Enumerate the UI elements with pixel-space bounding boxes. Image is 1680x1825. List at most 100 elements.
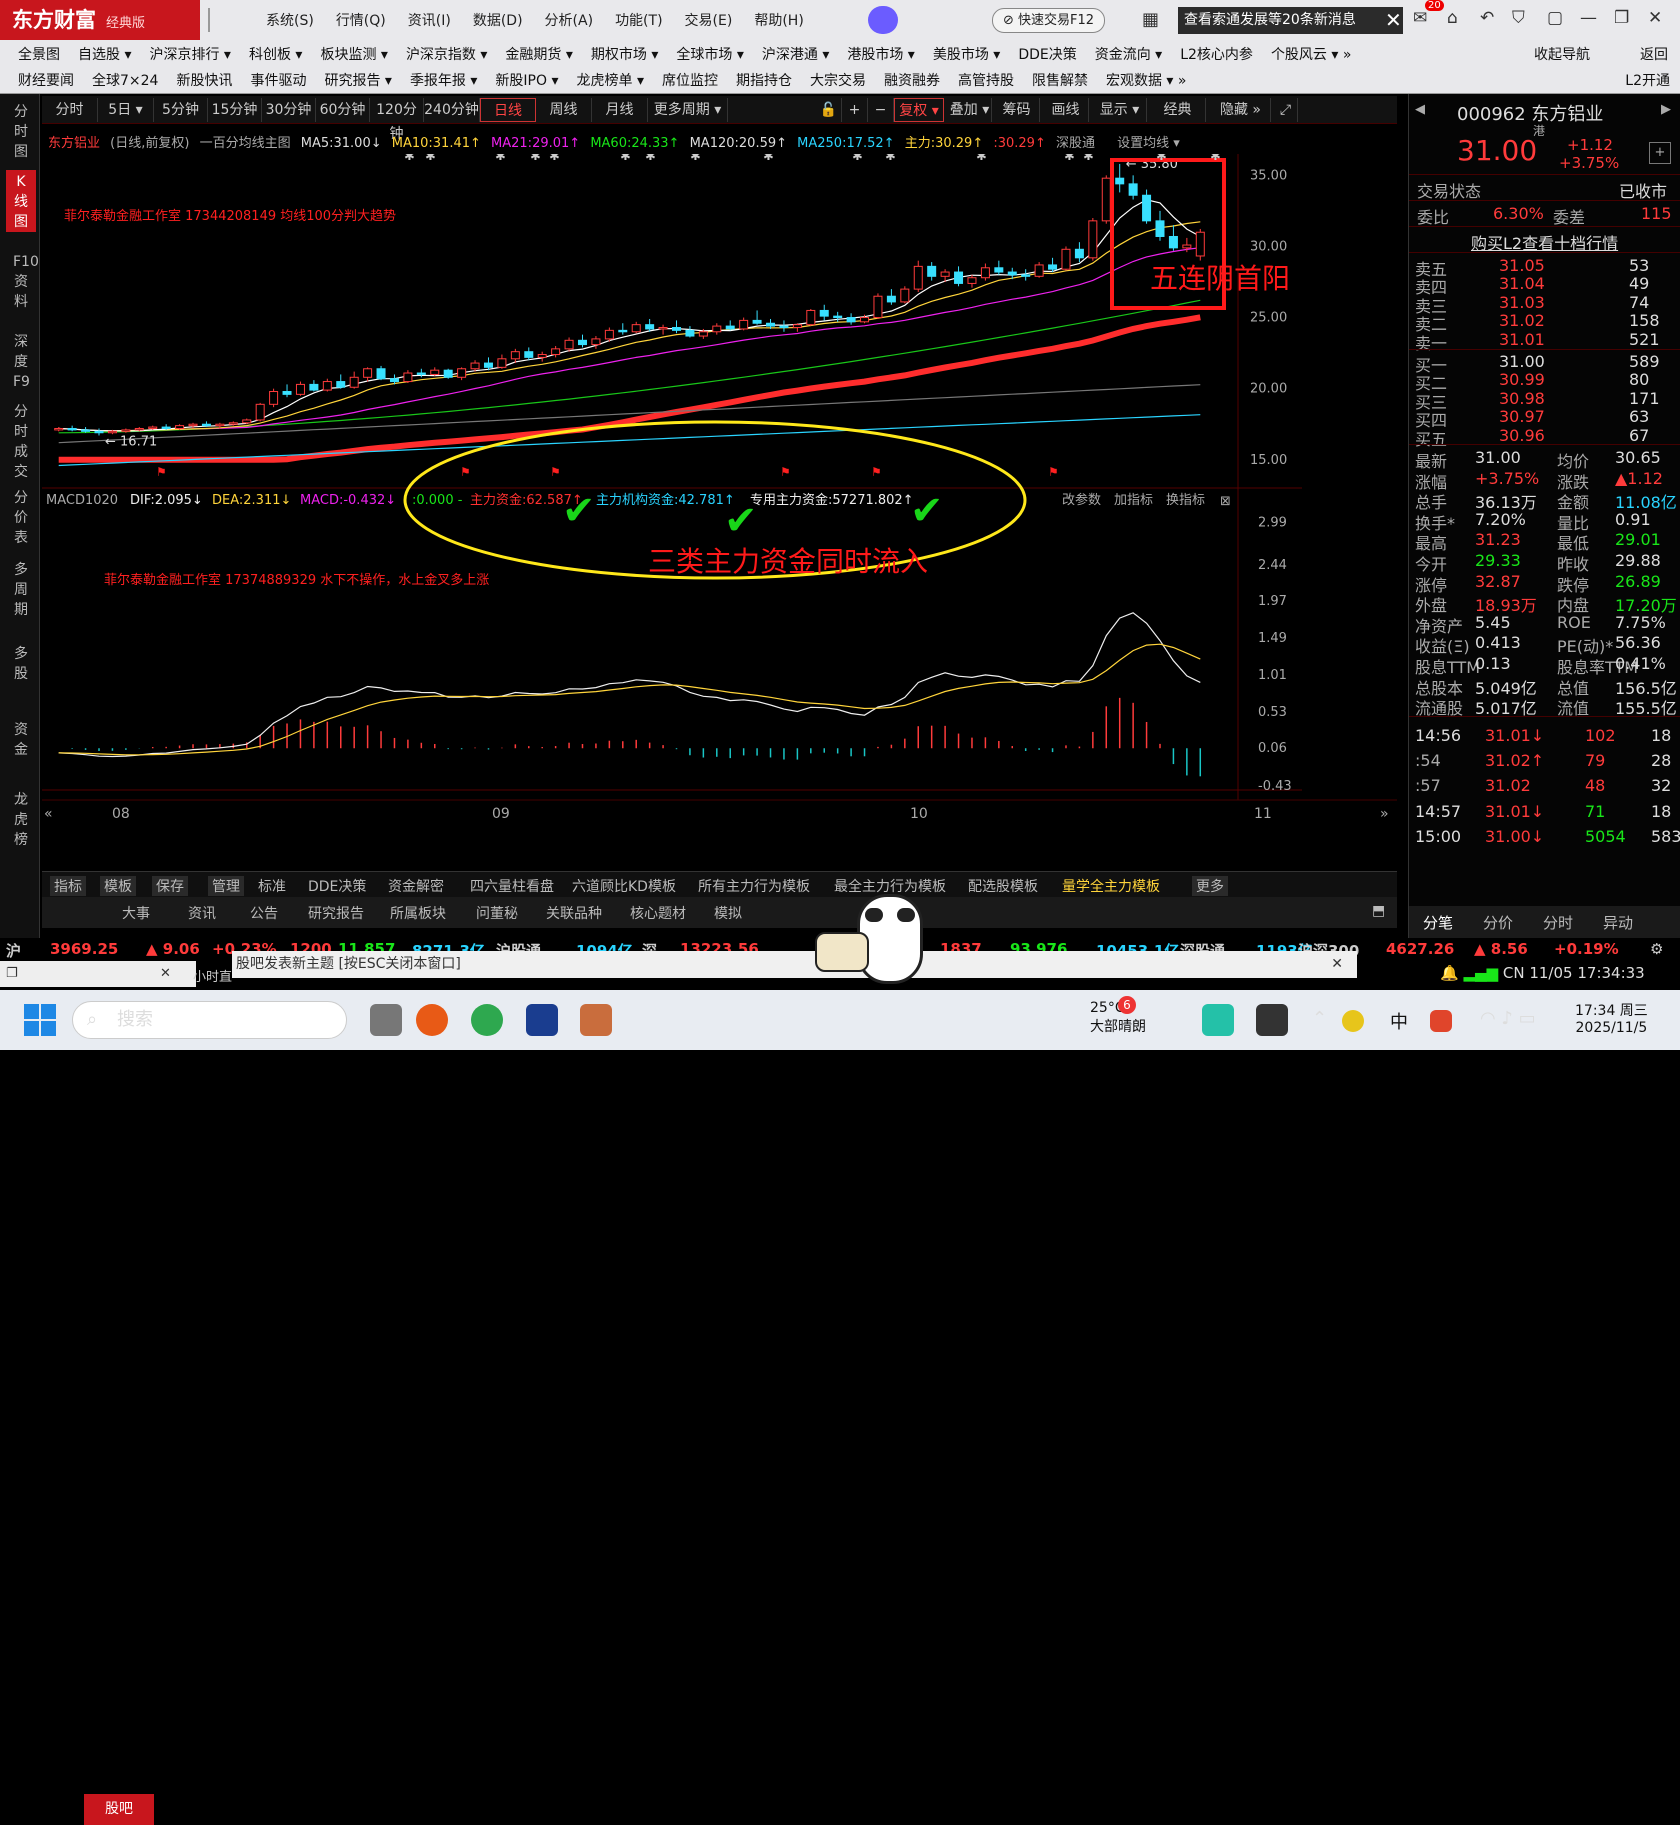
left-tab[interactable]: K线图: [6, 170, 36, 232]
nav-item[interactable]: 期权市场 ▾: [591, 44, 658, 64]
nav-item[interactable]: 全球7×24: [92, 70, 158, 90]
l2-open-button[interactable]: L2开通: [1625, 70, 1670, 90]
indicator-tab[interactable]: 量学全主力模板: [1062, 876, 1160, 896]
period-button[interactable]: 5分钟: [154, 98, 208, 122]
nav-item[interactable]: 龙虎榜单 ▾: [577, 70, 644, 90]
period-button[interactable]: 120分钟: [370, 98, 424, 142]
indicator-tab[interactable]: 模板: [100, 876, 136, 896]
sz-connect-link[interactable]: 深股通: [1056, 136, 1095, 151]
tool-button[interactable]: 筹码: [994, 98, 1040, 122]
left-tab[interactable]: 深度F9: [6, 330, 36, 390]
menu-item[interactable]: 交易(E): [681, 10, 737, 30]
period-button[interactable]: 60分钟: [316, 98, 370, 122]
ime-indicator[interactable]: 中: [1390, 1008, 1408, 1034]
scroll-right-icon[interactable]: »: [1380, 806, 1389, 822]
prev-stock-icon[interactable]: ◀: [1415, 102, 1425, 117]
nav-item[interactable]: 席位监控: [662, 70, 718, 90]
nav-item[interactable]: 事件驱动: [250, 70, 306, 90]
nav-item[interactable]: 板块监测 ▾: [320, 44, 387, 64]
tool-button[interactable]: 画线: [1043, 98, 1089, 122]
nav-item[interactable]: 全球市场 ▾: [676, 44, 743, 64]
nav-item[interactable]: 高管持股: [958, 70, 1014, 90]
next-stock-icon[interactable]: ▶: [1661, 102, 1671, 117]
info-tab[interactable]: 模拟: [714, 903, 742, 923]
nav-item[interactable]: 期指持仓: [736, 70, 792, 90]
tray-expand-icon[interactable]: ⌃: [1312, 1008, 1327, 1029]
mail-icon[interactable]: ✉ 20: [1413, 0, 1444, 28]
info-tab[interactable]: 研究报告: [308, 903, 364, 923]
info-tab[interactable]: 关联品种: [546, 903, 602, 923]
nav-item[interactable]: 个股风云 ▾ »: [1271, 44, 1352, 64]
macd-close-icon[interactable]: ⊠: [1220, 494, 1231, 509]
period-button[interactable]: 15分钟: [208, 98, 262, 122]
mini-close-icon[interactable]: ✕: [160, 961, 171, 987]
indicator-tab[interactable]: DDE决策: [308, 876, 366, 896]
nav-item[interactable]: 限售解禁: [1032, 70, 1088, 90]
menu-item[interactable]: 资讯(I): [404, 10, 455, 30]
app-icon-2[interactable]: [471, 1004, 503, 1036]
nav-item[interactable]: 宏观数据 ▾ »: [1106, 70, 1187, 90]
undo-icon[interactable]: ↶: [1480, 8, 1494, 28]
period-button[interactable]: 30分钟: [262, 98, 316, 122]
nav-item[interactable]: 财经要闻: [18, 70, 74, 90]
left-tab[interactable]: 多股: [6, 642, 36, 702]
left-tab[interactable]: 分时图: [6, 100, 36, 160]
nav-item[interactable]: 新股IPO ▾: [495, 70, 558, 90]
nav-item[interactable]: 金融期货 ▾: [505, 44, 572, 64]
nav-item[interactable]: DDE决策: [1018, 44, 1076, 64]
minimize-icon[interactable]: —: [1580, 8, 1597, 28]
indicator-tab[interactable]: 所有主力行为模板: [698, 876, 810, 896]
tool-button[interactable]: 复权 ▾: [894, 98, 944, 122]
eastmoney-app-icon[interactable]: [416, 1004, 448, 1036]
indicator-tab[interactable]: 六道顾比KD模板: [572, 876, 676, 896]
postbar-close-icon[interactable]: ✕: [1331, 951, 1343, 978]
info-tab[interactable]: 问董秘: [476, 903, 518, 923]
info-tab[interactable]: 大事: [122, 903, 150, 923]
settings-icon[interactable]: ⚙: [1650, 940, 1663, 958]
assistant-icon[interactable]: [868, 6, 898, 34]
nav-item[interactable]: 研究报告 ▾: [324, 70, 391, 90]
menu-item[interactable]: 系统(S): [262, 10, 318, 30]
lock-icon[interactable]: 🔓: [816, 98, 842, 122]
tray-icon-1[interactable]: [1342, 1010, 1364, 1032]
indicator-tab[interactable]: 四六量柱看盘: [470, 876, 554, 896]
nav-item[interactable]: L2核心内参: [1180, 44, 1253, 64]
tray-app-k-icon[interactable]: [1202, 1004, 1234, 1036]
indicator-tab[interactable]: 更多: [1192, 876, 1228, 896]
macd-button[interactable]: 换指标: [1166, 493, 1205, 508]
fullscreen-icon[interactable]: ⤢: [1274, 98, 1298, 122]
menu-item[interactable]: 分析(A): [541, 10, 598, 30]
clock[interactable]: 17:34 周三 2025/11/5: [1575, 1000, 1648, 1036]
bell-icon[interactable]: 🔔: [1440, 964, 1459, 982]
expand-icon[interactable]: ⬒: [1372, 903, 1385, 919]
indicator-tab[interactable]: 保存: [152, 876, 188, 896]
fast-trade-button[interactable]: ⊘ 快速交易F12: [992, 8, 1106, 33]
left-tab[interactable]: 多周期: [6, 558, 36, 618]
grid-icon[interactable]: ▦: [1142, 9, 1159, 30]
mini-restore-icon[interactable]: ❐: [6, 966, 18, 981]
nav-item[interactable]: 大宗交易: [810, 70, 866, 90]
maximize-icon[interactable]: ❐: [1614, 8, 1629, 28]
detail-tab[interactable]: 分价: [1483, 912, 1513, 933]
period-button[interactable]: 5日 ▾: [98, 98, 154, 122]
indicator-tab[interactable]: 标准: [258, 876, 286, 896]
detail-tab[interactable]: 分笔: [1423, 912, 1453, 933]
close-notice-icon[interactable]: ✕: [1385, 8, 1402, 32]
left-tab[interactable]: 分时成交: [6, 400, 36, 480]
news-notice[interactable]: 查看索通发展等20条新消息: [1178, 7, 1403, 34]
zoom-in-icon[interactable]: +: [842, 98, 868, 122]
period-button[interactable]: 更多周期 ▾: [648, 98, 728, 122]
info-tab[interactable]: 所属板块: [390, 903, 446, 923]
kline-chart[interactable]: 35.0030.0025.0020.0015.00← 35.80← 16.71五…: [42, 154, 1397, 854]
detail-tab[interactable]: 分时: [1543, 912, 1573, 933]
zoom-out-icon[interactable]: −: [868, 98, 894, 122]
macd-button[interactable]: 加指标: [1114, 493, 1153, 508]
mini-window[interactable]: ❐ ✕: [0, 961, 196, 987]
nav-item[interactable]: 新股快讯: [176, 70, 232, 90]
period-button[interactable]: 240分钟: [424, 98, 480, 122]
info-tab[interactable]: 核心题材: [630, 903, 686, 923]
buy-l2-link[interactable]: 购买L2查看十档行情: [1471, 230, 1618, 254]
tray-app-m-icon[interactable]: [1256, 1004, 1288, 1036]
left-tab[interactable]: 资金: [6, 718, 36, 778]
tool-button[interactable]: 隐藏 »: [1211, 98, 1271, 122]
